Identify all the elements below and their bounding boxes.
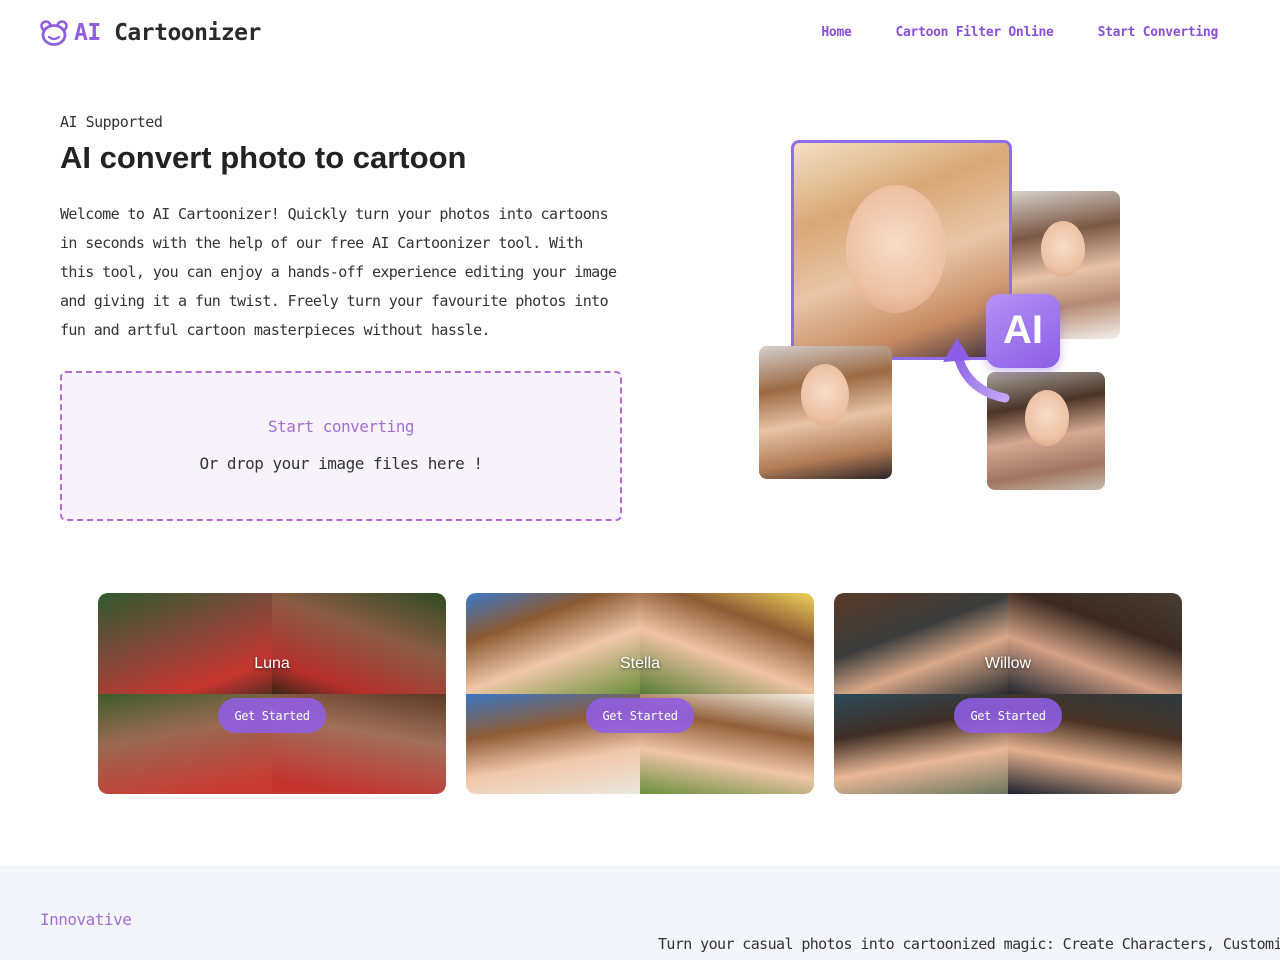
hero-photo-bottom-left xyxy=(759,346,892,479)
style-name-stella: Stella xyxy=(619,655,661,672)
dropzone-hint: Or drop your image files here ! xyxy=(199,454,483,473)
bear-logo-icon xyxy=(40,20,68,46)
nav-home[interactable]: Home xyxy=(821,25,851,40)
start-converting-link[interactable]: Start converting xyxy=(62,417,620,436)
get-started-button-willow[interactable]: Get Started xyxy=(954,698,1062,733)
logo[interactable]: AI Cartoonizer xyxy=(40,20,261,46)
main-nav: Home Cartoon Filter Online Start Convert… xyxy=(821,25,1218,40)
get-started-button-luna[interactable]: Get Started xyxy=(218,698,326,733)
nav-cartoon-filter-online[interactable]: Cartoon Filter Online xyxy=(896,25,1054,40)
style-card-stella[interactable]: Stella Get Started xyxy=(466,593,814,794)
get-started-button-stella[interactable]: Get Started xyxy=(586,698,694,733)
hero-description: Welcome to AI Cartoonizer! Quickly turn … xyxy=(60,205,617,339)
upload-dropzone[interactable]: Start converting Or drop your image file… xyxy=(60,371,622,521)
style-name-willow: Willow xyxy=(984,655,1032,672)
style-card-willow[interactable]: Willow Get Started xyxy=(834,593,1182,794)
nav-start-converting[interactable]: Start Converting xyxy=(1098,25,1219,40)
hero-eyebrow: AI Supported xyxy=(60,113,163,131)
page-title: AI convert photo to cartoon xyxy=(60,140,467,175)
section-text: Turn your casual photos into cartoonized… xyxy=(658,935,1280,953)
ai-badge: AI xyxy=(986,294,1060,368)
section-eyebrow: Innovative xyxy=(40,910,132,929)
style-name-luna: Luna xyxy=(254,655,290,672)
style-card-luna[interactable]: Luna Get Started xyxy=(98,593,446,794)
logo-text: AI Cartoonizer xyxy=(74,20,261,46)
hero-photo-main xyxy=(791,140,1012,360)
site-header: AI Cartoonizer Home Cartoon Filter Onlin… xyxy=(0,0,1280,66)
innovative-section: Innovative Turn your casual photos into … xyxy=(0,866,1280,960)
